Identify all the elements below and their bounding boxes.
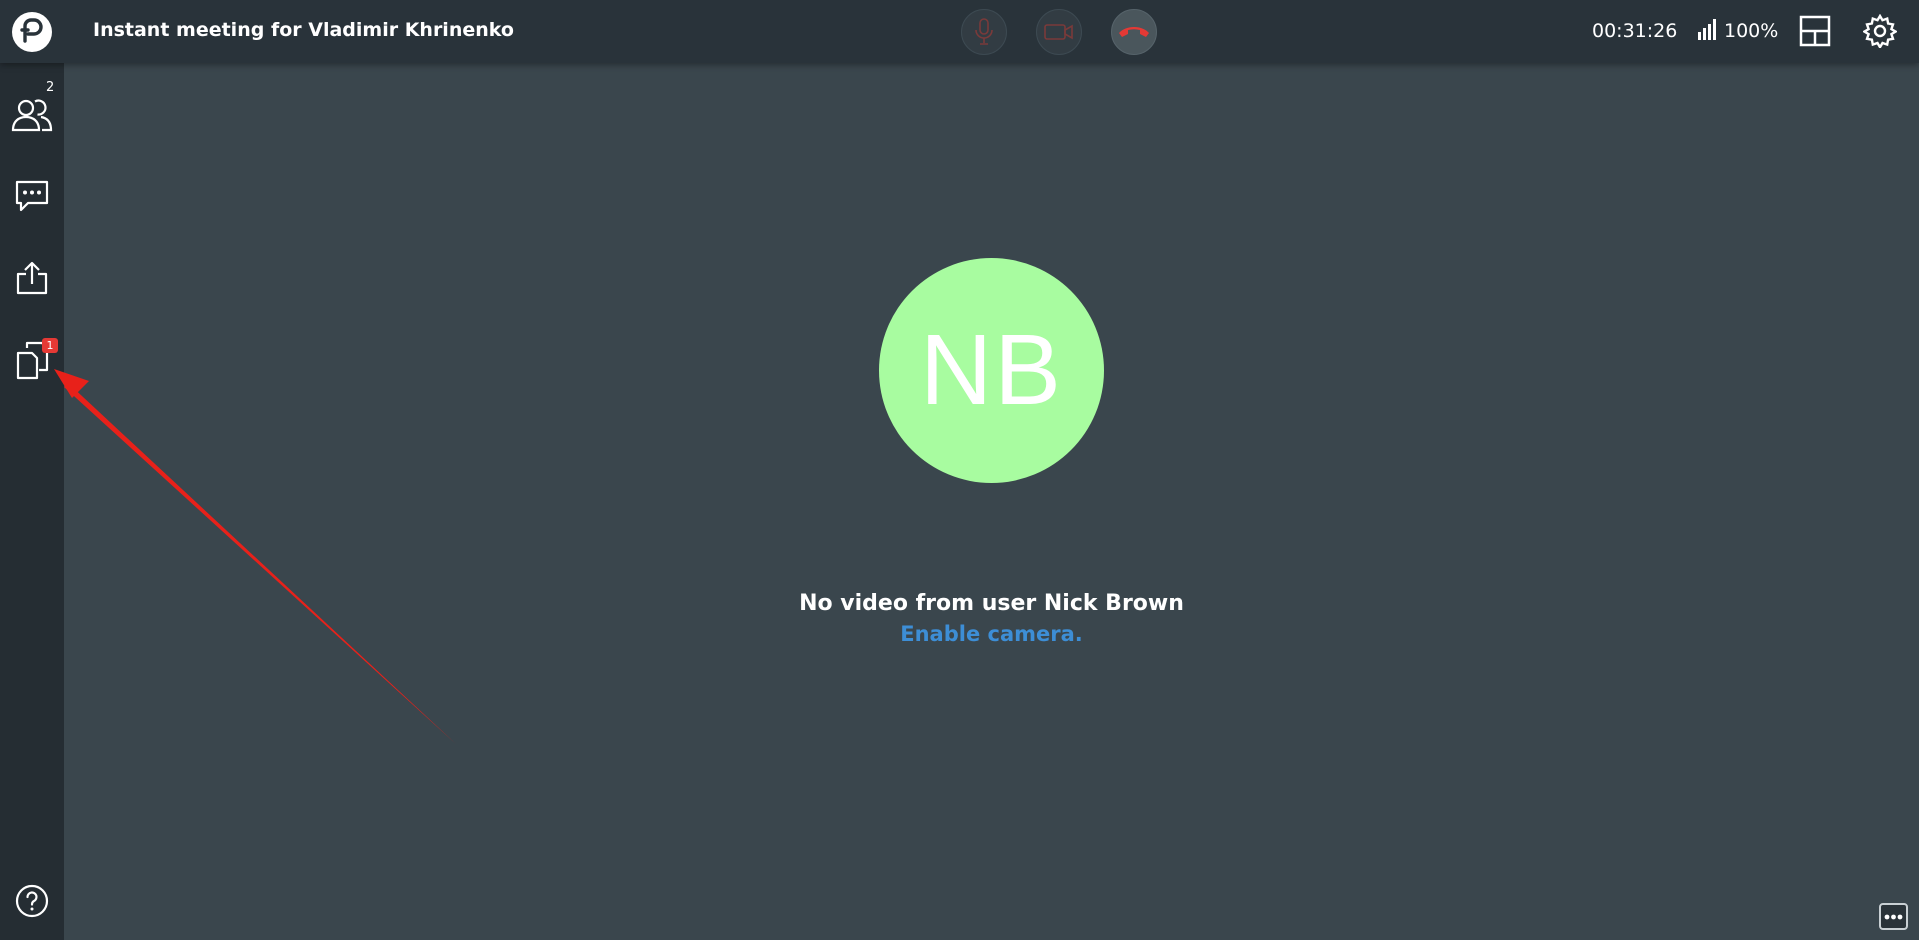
phone-hangup-icon [1119, 27, 1149, 37]
microphone-icon [975, 18, 993, 45]
chat-button[interactable] [8, 172, 56, 220]
call-timer: 00:31:26 [1592, 20, 1678, 42]
help-icon [15, 884, 49, 918]
enable-camera-link[interactable]: Enable camera. [0, 622, 1919, 646]
files-notification-badge: 1 [42, 338, 58, 353]
share-icon [16, 261, 48, 295]
participants-count: 2 [46, 80, 55, 95]
help-button[interactable] [8, 877, 56, 925]
end-call-button[interactable] [1111, 9, 1157, 55]
participants-icon [11, 99, 53, 132]
layout-toggle-icon[interactable] [1799, 15, 1831, 47]
gear-icon[interactable] [1863, 14, 1897, 48]
meeting-title: Instant meeting for Vladimir Khrinenko [93, 19, 514, 41]
connection-quality: 100% [1724, 20, 1779, 42]
chat-icon [15, 180, 49, 212]
signal-strength-icon [1698, 19, 1716, 40]
ellipsis-icon [1884, 914, 1903, 919]
participants-button[interactable] [8, 91, 56, 139]
share-screen-button[interactable] [8, 254, 56, 302]
video-camera-icon [1044, 24, 1073, 40]
mute-microphone-button[interactable] [961, 9, 1007, 55]
user-avatar: NB [879, 258, 1104, 483]
more-options-button[interactable] [1879, 903, 1908, 930]
toggle-camera-button[interactable] [1036, 9, 1082, 55]
top-bar: Instant meeting for Vladimir Khrinenko 0… [0, 0, 1919, 63]
no-video-message: No video from user Nick Brown [799, 591, 1184, 616]
app-logo-icon[interactable] [12, 12, 52, 52]
